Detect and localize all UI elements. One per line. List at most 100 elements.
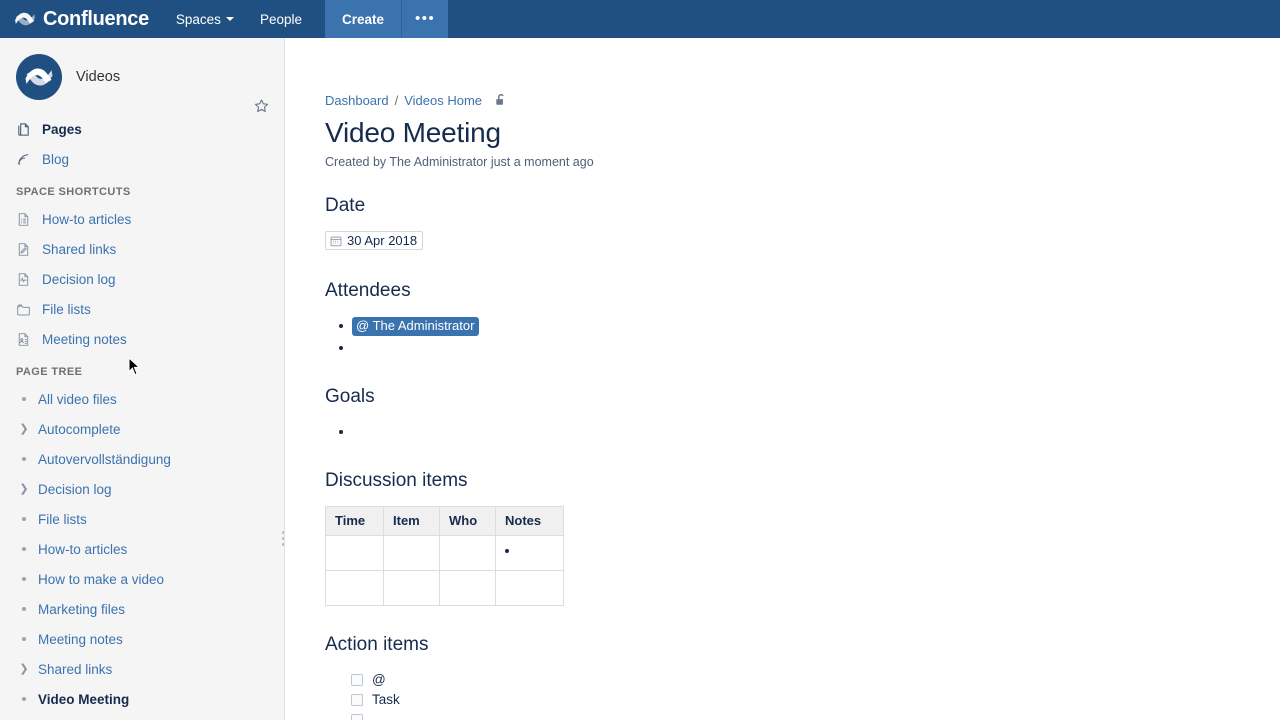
tree-item-meeting-notes[interactable]: Meeting notes — [0, 624, 284, 654]
cell-notes[interactable] — [495, 534, 564, 571]
cell-item[interactable] — [383, 534, 440, 571]
sidebar-item-decision-log-label: Decision log — [42, 271, 116, 287]
list-item: Task — [351, 690, 1280, 710]
bullet-icon — [16, 547, 32, 551]
column-header-time: Time — [325, 505, 384, 536]
sidebar-item-file-lists-label: File lists — [42, 301, 91, 317]
sidebar-heading-space-shortcuts: SPACE SHORTCUTS — [16, 186, 131, 198]
section-date: Date 30 Apr 2018 — [325, 195, 1280, 252]
nav-item-spaces[interactable]: Spaces — [163, 0, 247, 38]
tree-item-file-lists[interactable]: File lists — [0, 504, 284, 534]
tree-item-label: Autocomplete — [38, 421, 121, 437]
list-item — [339, 422, 1280, 442]
table-row[interactable] — [325, 569, 564, 606]
tree-item-label: How to make a video — [38, 571, 165, 587]
sidebar-item-blog[interactable]: Blog — [0, 144, 284, 174]
breadcrumb-item-videos-home[interactable]: Videos Home — [404, 93, 482, 108]
date-macro[interactable]: 30 Apr 2018 — [325, 231, 424, 250]
sidebar-item-shared-links-label: Shared links — [42, 241, 117, 257]
chevron-right-icon[interactable]: ❯ — [16, 423, 32, 435]
task-label: @ — [372, 672, 386, 687]
column-header-notes: Notes — [495, 505, 564, 536]
list-item: @ The Administrator — [339, 316, 1280, 336]
list-item — [351, 710, 1280, 720]
tree-item-marketing-files[interactable]: Marketing files — [0, 594, 284, 624]
tree-item-video-meeting[interactable]: Video Meeting — [0, 684, 284, 714]
chevron-right-icon[interactable]: ❯ — [16, 663, 32, 675]
sidebar-item-meeting-notes[interactable]: Meeting notes — [0, 324, 284, 354]
space-sidebar: Videos Pages Blog SPACE SHORTCUTS How-to… — [0, 38, 285, 720]
action-items-list: @ Task — [325, 670, 1280, 720]
cell-time[interactable] — [325, 569, 384, 606]
date-macro-value: 30 Apr 2018 — [347, 233, 418, 248]
sidebar-item-decision-log[interactable]: Decision log — [0, 264, 284, 294]
sidebar-item-file-lists[interactable]: File lists — [0, 294, 284, 324]
tree-item-label: File lists — [38, 511, 87, 527]
cell-time[interactable] — [325, 534, 384, 571]
tree-item-how-to-make-a-video[interactable]: How to make a video — [0, 564, 284, 594]
tree-item-label: All video files — [38, 391, 117, 407]
tree-item-autocomplete[interactable]: ❯ Autocomplete — [0, 414, 284, 444]
cell-notes[interactable] — [495, 569, 564, 606]
page-byline: Created by The Administrator just a mome… — [325, 155, 594, 169]
pages-icon — [16, 122, 34, 137]
top-navigation-bar: Confluence Spaces People Create ••• — [0, 0, 1280, 38]
cell-who[interactable] — [439, 534, 496, 571]
tree-item-shared-links[interactable]: ❯ Shared links — [0, 654, 284, 684]
breadcrumb-item-dashboard[interactable]: Dashboard — [325, 93, 389, 108]
unlocked-padlock-icon[interactable] — [494, 93, 507, 107]
goals-list — [325, 422, 1280, 442]
column-header-who: Who — [439, 505, 496, 536]
sidebar-item-meeting-notes-label: Meeting notes — [42, 331, 127, 347]
section-heading-date: Date — [325, 195, 366, 216]
sidebar-item-how-to-articles-label: How-to articles — [42, 211, 132, 227]
cell-who[interactable] — [439, 569, 496, 606]
list-item — [339, 338, 1280, 358]
confluence-home-link[interactable]: Confluence — [0, 0, 163, 38]
create-more-button[interactable]: ••• — [402, 0, 449, 38]
section-discussion-items: Discussion items Time Item Who Notes — [325, 470, 1280, 606]
brand-name: Confluence — [43, 8, 149, 30]
cell-item[interactable] — [383, 569, 440, 606]
space-name-link[interactable]: Videos — [76, 69, 120, 85]
tree-item-label: Video Meeting — [38, 691, 130, 707]
nav-item-people[interactable]: People — [247, 0, 315, 38]
section-heading-action-items: Action items — [325, 633, 429, 655]
task-checkbox[interactable] — [351, 713, 363, 720]
space-logo-icon[interactable] — [16, 54, 62, 100]
sidebar-item-pages-label: Pages — [42, 121, 82, 137]
page-shell: Videos Pages Blog SPACE SHORTCUTS How-to… — [0, 38, 1280, 720]
bullet-icon — [16, 607, 32, 611]
page-title: Video Meeting — [325, 117, 501, 148]
star-outline-icon[interactable] — [253, 98, 270, 115]
tree-item-label: Meeting notes — [38, 631, 123, 647]
tree-item-autovervollstandigung[interactable]: Autovervollständigung — [0, 444, 284, 474]
tree-item-how-to-articles[interactable]: How-to articles — [0, 534, 284, 564]
sidebar-item-pages[interactable]: Pages — [0, 114, 284, 144]
table-header-row: Time Item Who Notes — [325, 505, 564, 536]
nav-item-spaces-label: Spaces — [175, 11, 221, 27]
user-mention[interactable]: @ The Administrator — [352, 316, 480, 336]
breadcrumb: Dashboard / Videos Home — [325, 92, 1280, 108]
chevron-right-icon[interactable]: ❯ — [16, 483, 32, 495]
sidebar-item-how-to-articles[interactable]: How-to articles — [0, 204, 284, 234]
table-row[interactable] — [325, 534, 564, 571]
task-checkbox[interactable] — [351, 673, 363, 686]
calendar-icon — [330, 235, 342, 247]
bullet-icon — [16, 457, 32, 461]
space-header: Videos — [0, 38, 284, 114]
tree-item-decision-log[interactable]: ❯ Decision log — [0, 474, 284, 504]
confluence-logo-icon — [14, 8, 36, 30]
attendees-list: @ The Administrator — [325, 316, 1280, 358]
task-checkbox[interactable] — [351, 693, 363, 706]
task-label: Task — [372, 692, 400, 707]
decision-doc-icon — [16, 272, 34, 287]
bullet-icon — [16, 637, 32, 641]
tree-item-all-video-files[interactable]: All video files — [0, 384, 284, 414]
sidebar-item-shared-links[interactable]: Shared links — [0, 234, 284, 264]
howto-doc-icon — [16, 212, 34, 227]
section-heading-attendees: Attendees — [325, 279, 411, 301]
create-button[interactable]: Create — [324, 0, 403, 38]
section-goals: Goals — [325, 386, 1280, 442]
tree-item-label: How-to articles — [38, 541, 128, 557]
